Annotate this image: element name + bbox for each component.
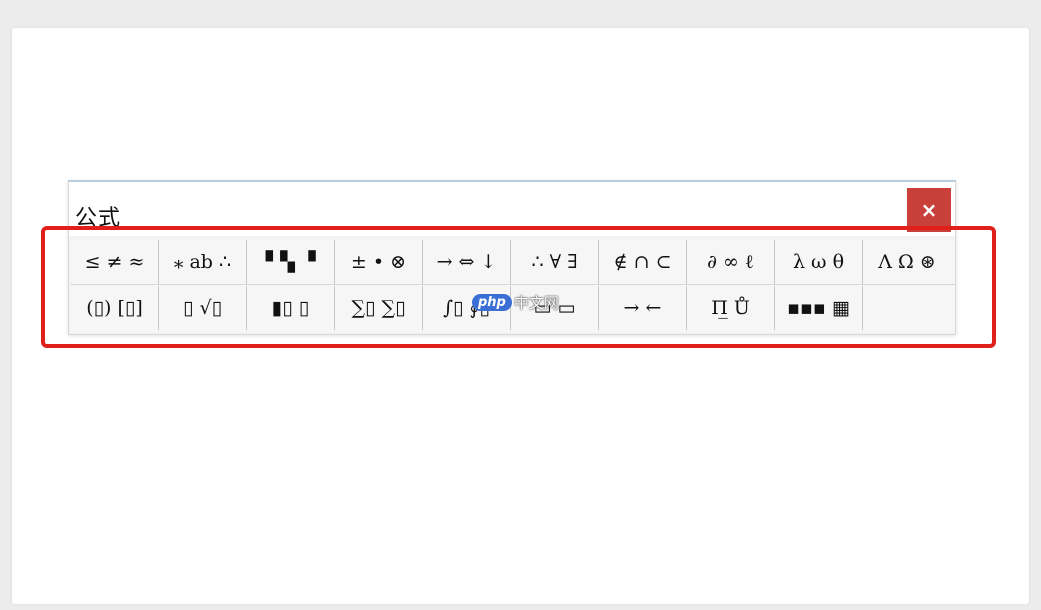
- highlight-box: [41, 226, 996, 348]
- close-icon: ×: [920, 198, 938, 222]
